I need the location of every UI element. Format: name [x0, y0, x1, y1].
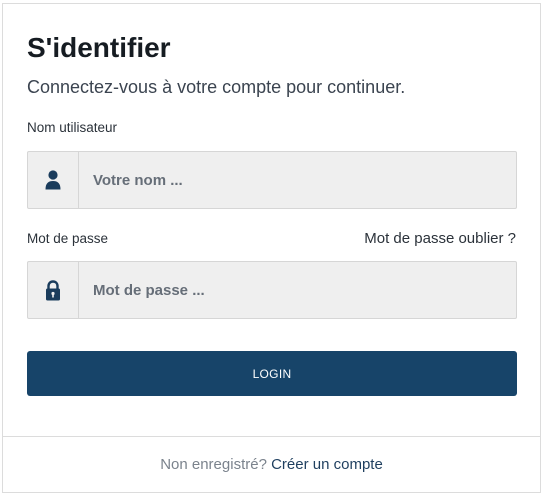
login-card: S'identifier Connectez-vous à votre comp…: [2, 3, 541, 493]
password-label: Mot de passe: [27, 231, 109, 246]
username-label: Nom utilisateur: [27, 120, 118, 135]
password-input[interactable]: [79, 262, 516, 318]
password-field-group: [27, 261, 517, 319]
forgot-password-link[interactable]: Mot de passe oublier ?: [364, 229, 516, 249]
signup-prompt: Non enregistré?: [160, 456, 267, 473]
login-button[interactable]: LOGIN: [27, 351, 517, 396]
create-account-link[interactable]: Créer un compte: [271, 456, 383, 473]
lock-icon: [28, 262, 79, 318]
footer-divider: [3, 436, 540, 437]
user-icon: [28, 152, 79, 208]
page-title: S'identifier: [27, 32, 171, 63]
page-subtitle: Connectez-vous à votre compte pour conti…: [27, 77, 406, 97]
username-input[interactable]: [79, 152, 516, 208]
signup-footer: Non enregistré? Créer un compte: [3, 454, 540, 476]
username-field-group: [27, 151, 517, 209]
